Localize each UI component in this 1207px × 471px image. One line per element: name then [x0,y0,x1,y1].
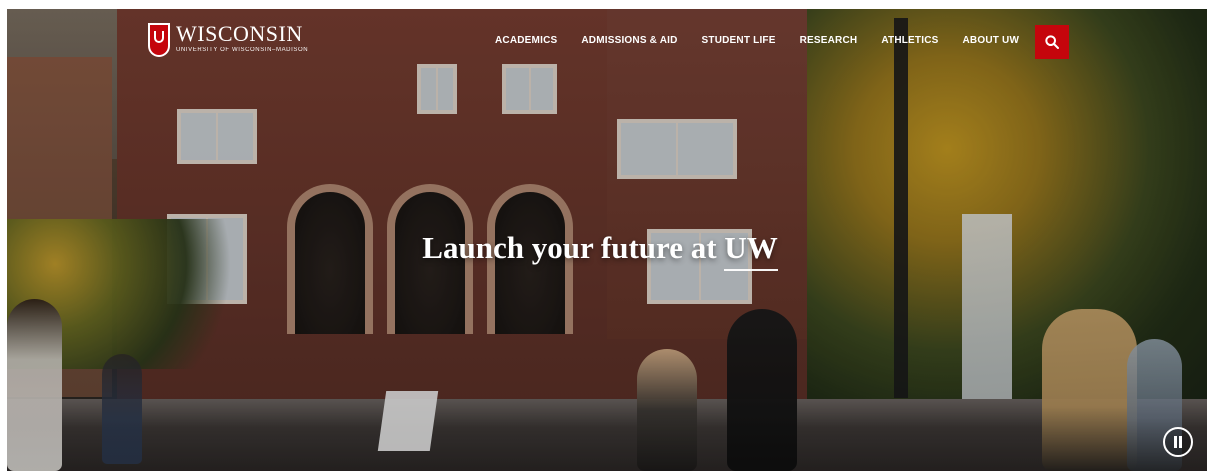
search-button[interactable] [1035,25,1069,59]
logo-text: WISCONSIN UNIVERSITY OF WISCONSIN–MADISO… [176,21,309,54]
crest-icon [148,23,170,57]
logo-subtitle: UNIVERSITY OF WISCONSIN–MADISON [176,47,309,53]
nav-research[interactable]: RESEARCH [800,35,858,46]
headline-text: Launch your future at UW [422,230,779,271]
nav-academics[interactable]: ACADEMICS [495,35,557,46]
home-logo-link[interactable]: WISCONSIN UNIVERSITY OF WISCONSIN–MADISO… [148,23,308,57]
pause-video-button[interactable] [1163,427,1193,457]
pause-icon [1173,436,1183,448]
headline-prefix: Launch your future at [422,230,725,265]
nav-student-life[interactable]: STUDENT LIFE [702,35,776,46]
nav-admissions-aid[interactable]: ADMISSIONS & AID [581,35,677,46]
primary-nav: ACADEMICS ADMISSIONS & AID STUDENT LIFE … [495,35,1019,46]
headline-emphasis: UW [724,230,779,271]
nav-about-uw[interactable]: ABOUT UW [963,35,1020,46]
hero-headline: Launch your future at UW [0,230,1200,271]
nav-athletics[interactable]: ATHLETICS [881,35,938,46]
logo-wordmark: WISCONSIN [176,21,303,46]
search-icon [1045,35,1059,49]
